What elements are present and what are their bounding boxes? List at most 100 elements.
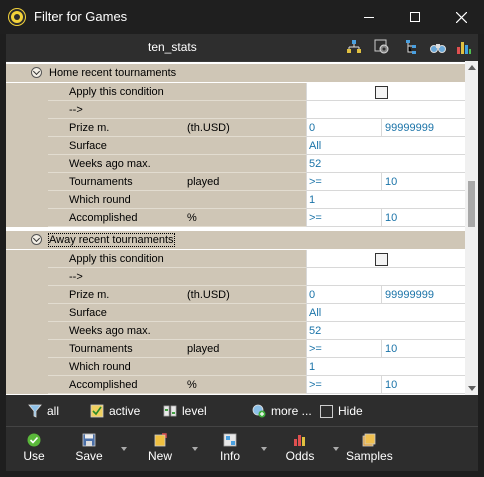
grid-row[interactable]: Surface All xyxy=(6,137,465,155)
row-name: Which round xyxy=(69,194,131,206)
new-label: New xyxy=(147,449,172,463)
binoculars-icon[interactable] xyxy=(430,39,446,55)
row-name: Which round xyxy=(69,361,131,373)
surface-value[interactable]: All xyxy=(309,307,321,319)
grid-row[interactable]: Weeks ago max. 52 xyxy=(6,155,465,173)
all-filter-label: all xyxy=(47,404,60,418)
scroll-thumb[interactable] xyxy=(468,181,475,227)
grid-row[interactable]: Tournaments played >= 10 xyxy=(6,173,465,191)
collapse-icon[interactable] xyxy=(31,67,42,78)
prize-min-value[interactable]: 0 xyxy=(309,289,315,301)
floppy-disk-icon xyxy=(82,433,96,447)
minimize-icon xyxy=(364,16,374,18)
tournaments-value[interactable]: 10 xyxy=(385,176,397,188)
odds-button[interactable]: Odds xyxy=(283,431,317,467)
surface-value[interactable]: All xyxy=(309,140,321,152)
scroll-up-icon[interactable] xyxy=(468,65,476,70)
grid-row[interactable]: Which round 1 xyxy=(6,358,465,376)
panel-title: ten_stats xyxy=(148,40,197,54)
hide-toggle[interactable]: Hide xyxy=(320,403,363,419)
vertical-scrollbar[interactable] xyxy=(465,61,478,395)
tree-icon[interactable] xyxy=(404,39,420,55)
check-circle-icon xyxy=(27,433,41,447)
row-unit: played xyxy=(187,176,220,188)
close-button[interactable] xyxy=(438,0,484,34)
level-icon xyxy=(163,405,177,417)
use-label: Use xyxy=(23,449,45,463)
odds-label: Odds xyxy=(285,449,315,463)
level-filter-button[interactable]: level xyxy=(163,403,207,419)
info-button[interactable]: Info xyxy=(215,431,245,467)
prize-min-value[interactable]: 0 xyxy=(309,122,315,134)
which-round-value[interactable]: 1 xyxy=(309,194,315,206)
grid-row[interactable]: Weeks ago max. 52 xyxy=(6,322,465,340)
save-dropdown-icon[interactable] xyxy=(121,447,127,451)
tournaments-operator[interactable]: >= xyxy=(309,343,322,355)
scroll-down-icon[interactable] xyxy=(468,386,476,391)
new-button[interactable]: New xyxy=(144,431,176,467)
accomplished-value[interactable]: 10 xyxy=(385,379,397,391)
new-dropdown-icon[interactable] xyxy=(192,447,198,451)
grid-row[interactable]: Accomplished % >= 10 xyxy=(6,376,465,394)
grid-row[interactable]: --> xyxy=(6,101,465,119)
prize-max-value[interactable]: 99999999 xyxy=(385,289,434,301)
level-filter-label: level xyxy=(182,404,207,418)
grid-row[interactable]: Surface All xyxy=(6,304,465,322)
save-button[interactable]: Save xyxy=(72,431,106,467)
row-unit: (th.USD) xyxy=(187,122,230,134)
prize-max-value[interactable]: 99999999 xyxy=(385,122,434,134)
section-away-recent-tournaments[interactable]: Away recent tournaments xyxy=(6,231,465,249)
row-name: Apply this condition xyxy=(69,86,164,98)
hierarchy-icon[interactable] xyxy=(346,39,362,55)
row-name: Tournaments xyxy=(69,343,133,355)
weeks-ago-value[interactable]: 52 xyxy=(309,158,321,170)
filter-bar: all active level more ... Hide xyxy=(6,397,478,425)
maximize-button[interactable] xyxy=(392,0,438,34)
grid-row[interactable]: Accomplished % >= 10 xyxy=(6,209,465,227)
row-name: Prize m. xyxy=(69,289,110,301)
row-name: Weeks ago max. xyxy=(69,325,151,337)
panel-header: ten_stats xyxy=(6,34,478,61)
tournaments-value[interactable]: 10 xyxy=(385,343,397,355)
apply-condition-checkbox[interactable] xyxy=(375,86,388,99)
weeks-ago-value[interactable]: 52 xyxy=(309,325,321,337)
title-bar: Filter for Games xyxy=(0,0,484,34)
samples-label: Samples xyxy=(346,449,393,463)
odds-dropdown-icon[interactable] xyxy=(333,447,339,451)
add-filter-icon xyxy=(252,404,266,418)
tournaments-operator[interactable]: >= xyxy=(309,176,322,188)
grid-row[interactable]: Prize m. (th.USD) 0 99999999 xyxy=(6,286,465,304)
hide-checkbox[interactable] xyxy=(320,404,333,418)
section-label: Home recent tournaments xyxy=(49,67,177,79)
info-label: Info xyxy=(219,449,240,463)
bar-chart-icon[interactable] xyxy=(456,39,472,55)
grid-row[interactable]: --> xyxy=(6,268,465,286)
settings-icon[interactable] xyxy=(374,39,390,55)
active-filter-button[interactable]: active xyxy=(90,403,140,419)
grid-row[interactable]: Which round 1 xyxy=(6,191,465,209)
property-grid: Home recent tournaments Apply this condi… xyxy=(6,61,465,395)
all-filter-button[interactable]: all xyxy=(28,403,59,419)
grid-row[interactable]: Apply this condition xyxy=(6,83,465,101)
grid-row[interactable]: Apply this condition xyxy=(6,250,465,268)
accomplished-value[interactable]: 10 xyxy=(385,212,397,224)
info-dropdown-icon[interactable] xyxy=(261,447,267,451)
hide-label: Hide xyxy=(338,404,363,418)
samples-button[interactable]: Samples xyxy=(346,431,393,467)
section-home-recent-tournaments[interactable]: Home recent tournaments xyxy=(6,64,465,82)
row-name: Accomplished xyxy=(69,212,138,224)
which-round-value[interactable]: 1 xyxy=(309,361,315,373)
apply-condition-checkbox[interactable] xyxy=(375,253,388,266)
more-filter-button[interactable]: more ... xyxy=(252,403,312,419)
row-name: Surface xyxy=(69,307,107,319)
grid-row[interactable]: Prize m. (th.USD) 0 99999999 xyxy=(6,119,465,137)
new-document-icon xyxy=(154,433,167,447)
grid-row[interactable]: Tournaments played >= 10 xyxy=(6,340,465,358)
use-button[interactable]: Use xyxy=(20,431,48,467)
row-name: Tournaments xyxy=(69,176,133,188)
accomplished-operator[interactable]: >= xyxy=(309,379,322,391)
accomplished-operator[interactable]: >= xyxy=(309,212,322,224)
minimize-button[interactable] xyxy=(346,0,392,34)
collapse-icon[interactable] xyxy=(31,234,42,245)
row-name: Accomplished xyxy=(69,379,138,391)
